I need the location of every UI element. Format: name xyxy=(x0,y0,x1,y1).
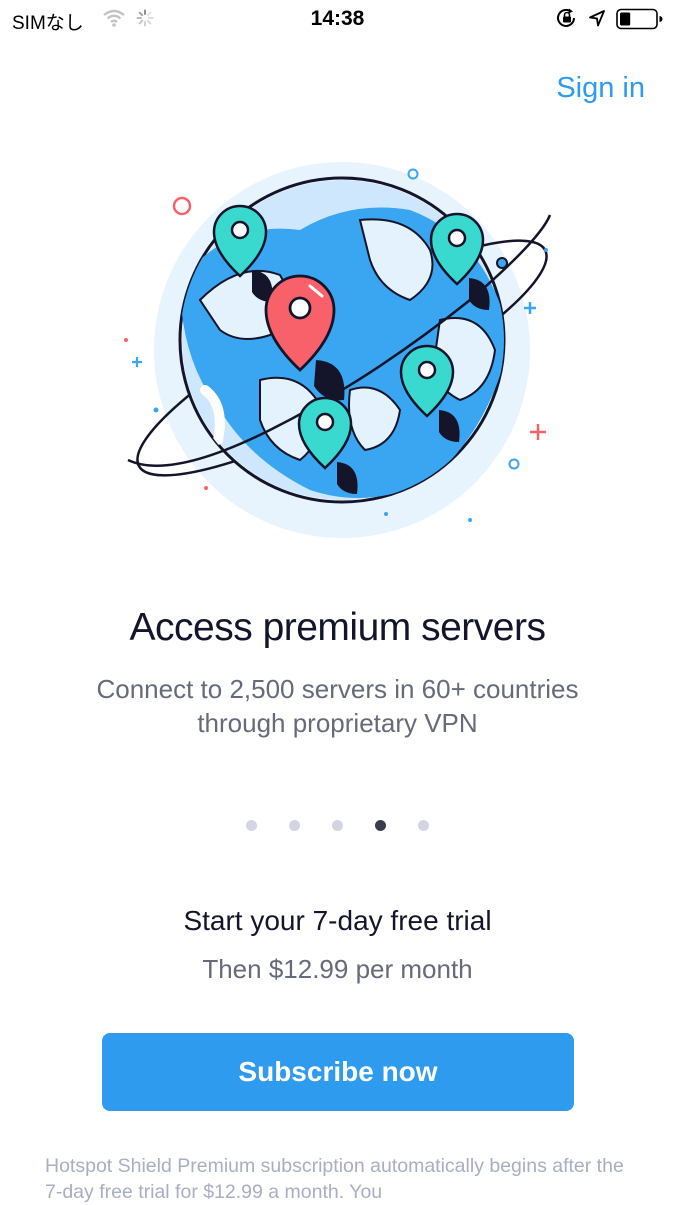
trial-title: Start your 7-day free trial xyxy=(183,905,492,936)
page-dot[interactable] xyxy=(289,820,300,831)
subscription-terms: Hotspot Shield Premium subscription auto… xyxy=(45,1155,624,1203)
orientation-lock-icon xyxy=(556,8,578,33)
page-dot[interactable] xyxy=(332,820,343,831)
subscribe-button[interactable]: Subscribe now xyxy=(102,1033,574,1111)
sign-in-link[interactable]: Sign in xyxy=(556,72,645,105)
trial-price: Then $12.99 per month xyxy=(202,954,473,984)
battery-icon xyxy=(616,8,664,35)
page-dot[interactable] xyxy=(375,820,386,831)
page-indicator[interactable] xyxy=(0,820,675,831)
page-dot[interactable] xyxy=(418,820,429,831)
slide-description: Connect to 2,500 servers in 60+ countrie… xyxy=(96,674,579,738)
globe-with-location-pins-illustration xyxy=(110,160,570,540)
slide-title: Access premium servers xyxy=(129,606,546,649)
page-dot[interactable] xyxy=(246,820,257,831)
status-bar: SIMなし 14:38 xyxy=(0,0,675,38)
location-arrow-icon xyxy=(588,9,606,32)
